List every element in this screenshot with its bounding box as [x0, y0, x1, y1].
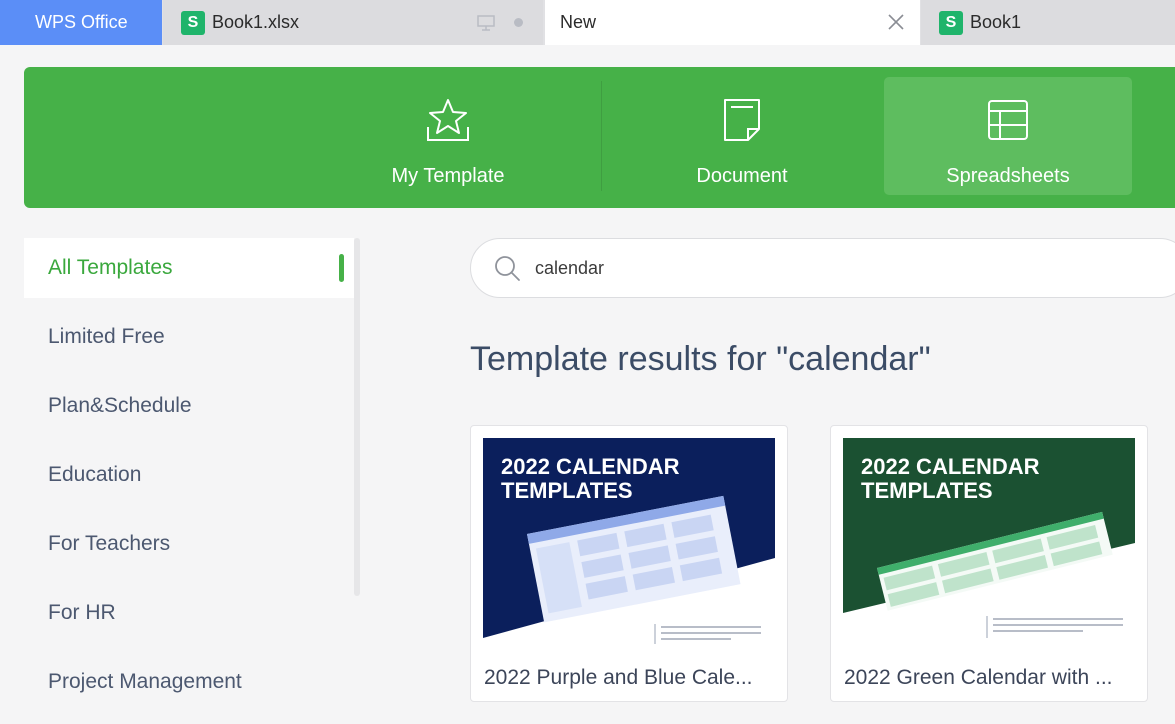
calendar-preview-image: 2022 CALENDAR TEMPLATES: [843, 438, 1135, 651]
sidebar-item-label: For HR: [48, 601, 116, 624]
sidebar-item-limited-free[interactable]: Limited Free: [24, 307, 354, 367]
tab-bar: WPS Office S Book1.xlsx New S Book1: [0, 0, 1175, 45]
sidebar-item-label: Limited Free: [48, 325, 165, 348]
template-card[interactable]: 2022 CALENDAR TEMPLATES 2022 Purple and …: [470, 425, 788, 702]
results-title: Template results for "calendar": [470, 340, 931, 378]
document-button[interactable]: Document: [618, 77, 866, 195]
sidebar-item-education[interactable]: Education: [24, 445, 354, 505]
sidebar-item-plan-schedule[interactable]: Plan&Schedule: [24, 376, 354, 436]
sidebar-item-label: For Teachers: [48, 532, 171, 555]
sidebar-item-for-hr[interactable]: For HR: [24, 583, 354, 643]
document-label: Document: [696, 165, 788, 187]
header-divider: [601, 81, 602, 191]
star-tray-icon: [427, 99, 469, 141]
template-category-header: My Template Document Spreadsheets: [24, 67, 1175, 208]
unsaved-dot-icon: [514, 18, 523, 27]
spreadsheet-grid-icon: [988, 100, 1028, 140]
spreadsheets-label: Spreadsheets: [946, 165, 1070, 187]
sidebar-item-label: Plan&Schedule: [48, 394, 192, 417]
tab-new-label: New: [560, 12, 597, 32]
sidebar-item-for-teachers[interactable]: For Teachers: [24, 514, 354, 574]
thumb-heading-line-2: TEMPLATES: [861, 478, 993, 503]
active-indicator: [339, 254, 344, 282]
sidebar-item-label: Project Management: [48, 670, 242, 693]
tab-book1[interactable]: S Book1: [921, 0, 1175, 45]
sidebar-scrollbar[interactable]: [354, 238, 360, 596]
tab-book1-xlsx-label: Book1.xlsx: [212, 12, 300, 32]
thumb-heading-line-2: TEMPLATES: [501, 478, 633, 503]
template-search-box[interactable]: [470, 238, 1175, 298]
sidebar-item-all-templates[interactable]: All Templates: [24, 238, 354, 298]
search-input[interactable]: [535, 257, 1035, 279]
search-icon[interactable]: [493, 254, 521, 282]
template-card[interactable]: 2022 CALENDAR TEMPLATES 2022 Green Calen…: [830, 425, 1148, 702]
tab-wps-office-label: WPS Office: [35, 12, 128, 32]
spreadsheet-file-icon: S: [181, 10, 205, 35]
template-thumbnail[interactable]: 2022 CALENDAR TEMPLATES: [483, 438, 775, 651]
template-thumbnail[interactable]: 2022 CALENDAR TEMPLATES: [843, 438, 1135, 651]
spreadsheet-file-icon: S: [939, 10, 963, 35]
calendar-preview-image: 2022 CALENDAR TEMPLATES: [483, 438, 775, 651]
tab-new[interactable]: New: [545, 0, 920, 45]
sidebar-item-label: All Templates: [48, 256, 173, 279]
thumb-heading-line-1: 2022 CALENDAR: [861, 454, 1040, 479]
thumb-heading-line-1: 2022 CALENDAR: [501, 454, 680, 479]
tab-wps-office[interactable]: WPS Office: [0, 0, 162, 45]
my-template-label: My Template: [391, 165, 505, 187]
template-card-title: 2022 Green Calendar with ...: [844, 666, 1113, 689]
category-sidebar: All Templates Limited Free Plan&Schedule…: [24, 238, 354, 724]
tab-book1-label: Book1: [970, 12, 1022, 32]
close-icon[interactable]: [886, 12, 906, 32]
template-card-title: 2022 Purple and Blue Cale...: [484, 666, 753, 689]
spreadsheets-button[interactable]: Spreadsheets: [884, 77, 1132, 195]
my-template-button[interactable]: My Template: [324, 77, 572, 195]
document-icon: [724, 99, 760, 141]
monitor-icon[interactable]: [476, 14, 496, 32]
sidebar-item-project-management[interactable]: Project Management: [24, 652, 354, 712]
tab-book1-xlsx[interactable]: S Book1.xlsx: [163, 0, 543, 45]
sidebar-item-label: Education: [48, 463, 142, 486]
